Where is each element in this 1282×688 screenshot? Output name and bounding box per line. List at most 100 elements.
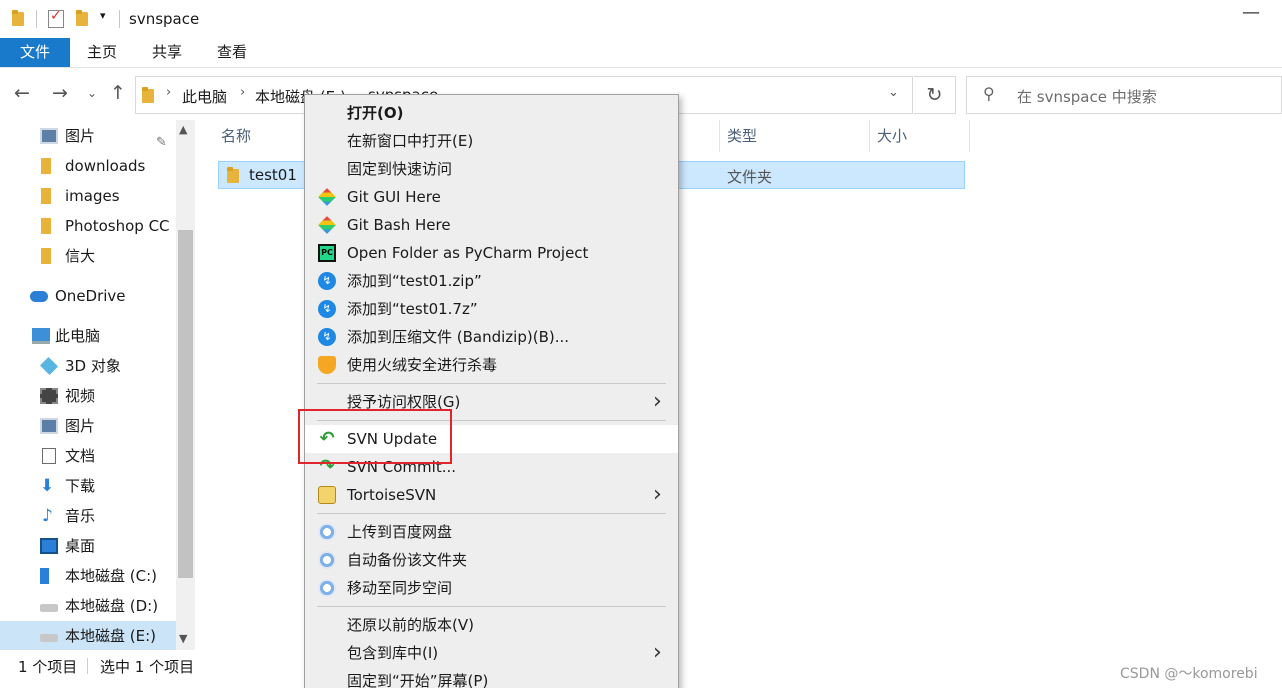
nav-item-this-pc[interactable]: 此电脑 [30, 321, 176, 351]
separator [119, 10, 120, 28]
menu-item-baidu-upload[interactable]: 上传到百度网盘 [305, 518, 678, 546]
nav-item-photoshop[interactable]: Photoshop CC [38, 211, 176, 241]
search-placeholder: 在 svnspace 中搜索 [1017, 88, 1157, 106]
column-header-size[interactable]: 大小 [877, 120, 907, 152]
menu-item-pycharm[interactable]: PC Open Folder as PyCharm Project [305, 239, 678, 267]
menu-item-open-new-window[interactable]: 在新窗口中打开(E) [305, 127, 678, 155]
forward-icon[interactable]: → [52, 82, 68, 104]
column-header-type[interactable]: 类型 [727, 120, 757, 152]
menu-item-git-gui[interactable]: Git GUI Here [305, 183, 678, 211]
folder-icon[interactable] [12, 10, 26, 28]
recent-locations-icon[interactable]: ⌄ [87, 86, 97, 100]
huorong-icon [318, 356, 336, 374]
selected-count: 选中 1 个项目 [100, 658, 195, 676]
nav-item-drive-c[interactable]: 本地磁盘 (C:) [40, 561, 176, 591]
git-bash-icon [318, 216, 336, 234]
search-input[interactable]: ⚲ 在 svnspace 中搜索 [966, 76, 1282, 114]
nav-item-onedrive[interactable]: OneDrive [28, 281, 176, 311]
menu-item-huorong-scan[interactable]: 使用火绒安全进行杀毒 [305, 351, 678, 379]
up-icon[interactable]: ↑ [110, 82, 126, 104]
menu-item-restore-versions[interactable]: 还原以前的版本(V) [305, 611, 678, 639]
tortoisesvn-icon [318, 486, 336, 504]
chevron-right-icon[interactable]: › [166, 85, 171, 100]
baidu-netdisk-icon [318, 523, 336, 541]
tab-share[interactable]: 共享 [143, 38, 191, 67]
picture-icon [40, 418, 58, 434]
scroll-down-icon[interactable]: ▼ [179, 632, 187, 645]
item-count: 1 个项目 [18, 658, 78, 676]
nav-item-desktop[interactable]: 桌面 [40, 531, 176, 561]
nav-item-drive-e[interactable]: 本地磁盘 (E:) [0, 621, 176, 650]
nav-item-downloads[interactable]: downloads [38, 151, 176, 181]
folder-icon [227, 167, 241, 183]
minimize-button[interactable]: — [1242, 2, 1260, 23]
picture-icon [40, 128, 58, 144]
drive-icon [40, 604, 58, 612]
chevron-down-icon[interactable]: ⌄ [888, 85, 899, 100]
3d-objects-icon [39, 356, 59, 376]
menu-item-git-bash[interactable]: Git Bash Here [305, 211, 678, 239]
title-bar: ▾ svnspace — [0, 0, 1282, 38]
nav-item-music[interactable]: ♪ 音乐 [40, 501, 176, 531]
menu-item-baidu-backup[interactable]: 自动备份该文件夹 [305, 546, 678, 574]
column-header-name[interactable]: 名称 [221, 120, 251, 152]
nav-item-drive-d[interactable]: 本地磁盘 (D:) [40, 591, 176, 621]
menu-item-add-bandizip[interactable]: ↯ 添加到压缩文件 (Bandizip)(B)... [305, 323, 678, 351]
folder-icon [41, 158, 51, 174]
menu-item-add-zip[interactable]: ↯ 添加到“test01.zip” [305, 267, 678, 295]
download-icon: ⬇ [40, 476, 55, 496]
tab-file[interactable]: 文件 [0, 38, 70, 67]
chevron-right-icon: › [653, 389, 662, 414]
tab-view[interactable]: 查看 [208, 38, 256, 67]
column-divider[interactable] [969, 120, 970, 152]
refresh-icon[interactable]: ↻ [914, 76, 956, 114]
back-icon[interactable]: ← [14, 82, 30, 104]
search-icon: ⚲ [983, 84, 995, 103]
scrollbar-thumb[interactable] [178, 230, 193, 578]
nav-item-images[interactable]: images [38, 181, 176, 211]
ribbon-tabs: 文件 主页 共享 查看 [0, 38, 1282, 68]
new-folder-icon[interactable] [76, 10, 90, 28]
menu-item-pin-quick-access[interactable]: 固定到快速访问 [305, 155, 678, 183]
customize-quick-access-icon[interactable]: ▾ [100, 9, 106, 27]
baidu-netdisk-icon [318, 579, 336, 597]
column-divider[interactable] [869, 120, 870, 152]
menu-item-include-library[interactable]: 包含到库中(I) › [305, 639, 678, 667]
nav-item-pictures[interactable]: 图片 [40, 411, 176, 441]
git-gui-icon [318, 188, 336, 206]
menu-item-open[interactable]: 打开(O) [305, 99, 678, 127]
menu-item-tortoisesvn[interactable]: TortoiseSVN › [305, 481, 678, 509]
bandizip-icon: ↯ [318, 300, 336, 318]
context-menu: 打开(O) 在新窗口中打开(E) 固定到快速访问 Git GUI Here Gi… [304, 94, 679, 688]
tab-home[interactable]: 主页 [78, 38, 126, 67]
navigation-pane[interactable]: 图片 ✎ downloads images Photoshop CC 信大 On… [0, 120, 195, 650]
video-icon [40, 388, 58, 404]
menu-item-add-7z[interactable]: ↯ 添加到“test01.7z” [305, 295, 678, 323]
menu-item-baidu-sync[interactable]: 移动至同步空间 [305, 574, 678, 602]
breadcrumb-this-pc[interactable]: 此电脑 [182, 86, 227, 107]
drive-icon [40, 634, 58, 642]
scroll-up-icon[interactable]: ▲ [179, 123, 187, 136]
column-divider[interactable] [719, 120, 720, 152]
nav-item-documents[interactable]: 文档 [40, 441, 176, 471]
chevron-right-icon: › [653, 482, 662, 507]
nav-item-pictures-quick[interactable]: 图片 ✎ [38, 121, 176, 151]
menu-separator [317, 383, 666, 384]
file-name: test01 [249, 166, 297, 184]
folder-icon [41, 188, 51, 204]
desktop-icon [40, 538, 58, 554]
properties-icon[interactable] [48, 8, 64, 28]
nav-item-videos[interactable]: 视频 [40, 381, 176, 411]
onedrive-icon [30, 291, 48, 302]
nav-item-xinda[interactable]: 信大 [38, 241, 176, 271]
nav-item-downloads-lib[interactable]: ⬇ 下载 [40, 471, 176, 501]
nav-scrollbar[interactable]: ▲ ▼ [176, 120, 195, 650]
menu-item-pin-start[interactable]: 固定到“开始”屏幕(P) [305, 667, 678, 688]
chevron-right-icon: › [653, 640, 662, 665]
pycharm-icon: PC [318, 244, 336, 262]
music-icon: ♪ [42, 506, 53, 526]
window-title: svnspace [129, 10, 200, 28]
baidu-netdisk-icon [318, 551, 336, 569]
chevron-right-icon[interactable]: › [240, 85, 245, 100]
nav-item-3d-objects[interactable]: 3D 对象 [39, 351, 176, 381]
